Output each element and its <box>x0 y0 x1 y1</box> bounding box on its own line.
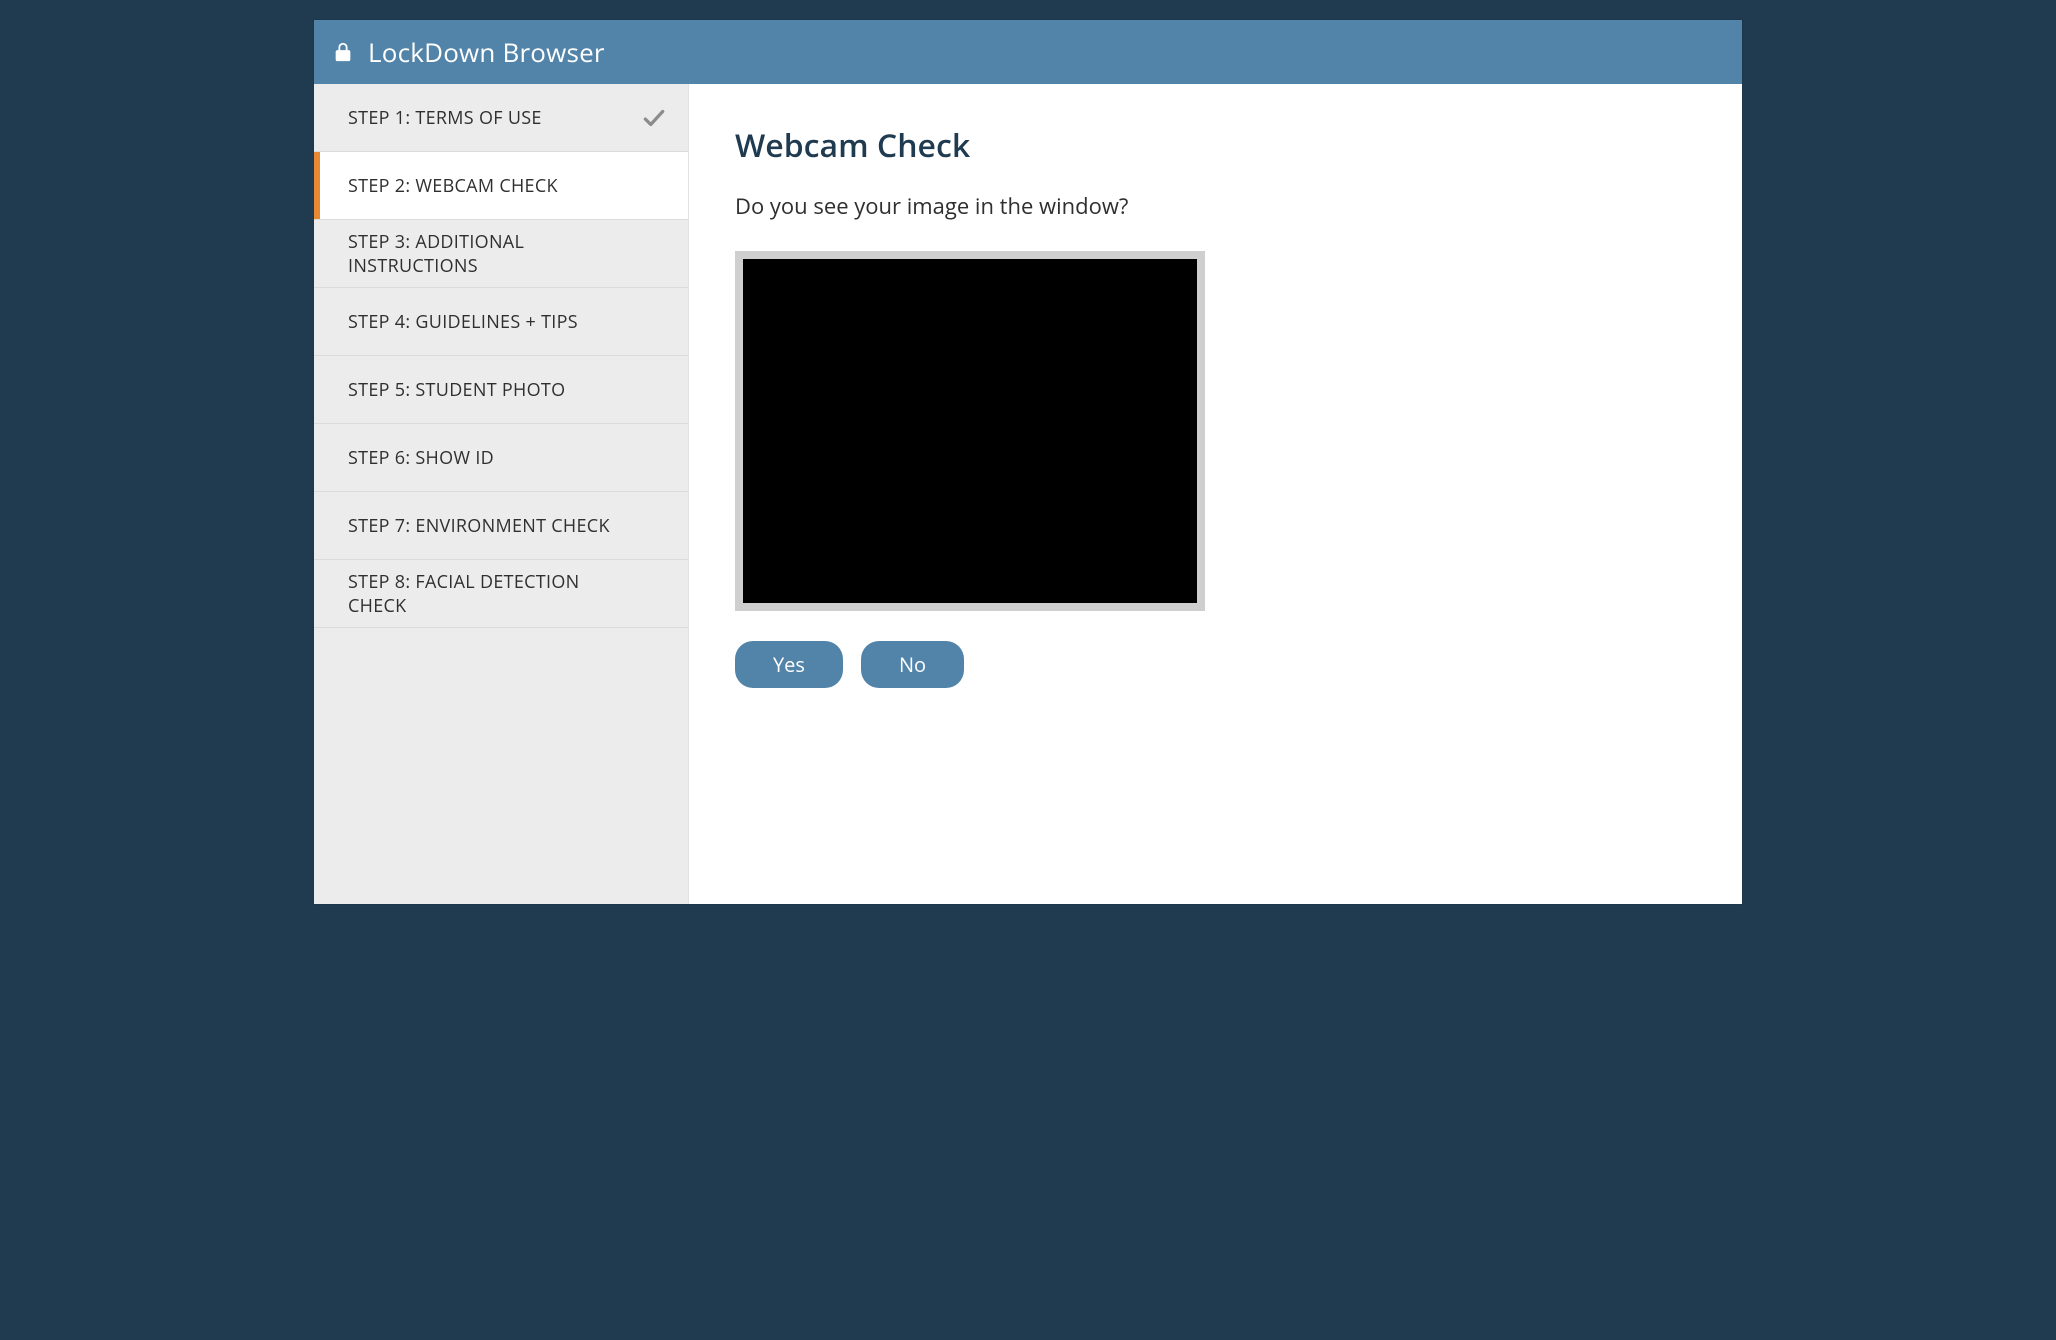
sidebar-step-label: STEP 2: WEBCAM CHECK <box>348 174 640 198</box>
yes-button[interactable]: Yes <box>735 641 843 688</box>
sidebar-step-label: STEP 6: SHOW ID <box>348 446 640 470</box>
sidebar-step-7[interactable]: STEP 7: ENVIRONMENT CHECK <box>314 492 688 560</box>
check-icon <box>640 580 668 608</box>
app-title: LockDown Browser <box>368 34 605 70</box>
webcam-preview <box>735 251 1205 611</box>
sidebar-step-label: STEP 7: ENVIRONMENT CHECK <box>348 514 640 538</box>
main-panel: Webcam Check Do you see your image in th… <box>689 84 1742 904</box>
sidebar-step-label: STEP 4: GUIDELINES + TIPS <box>348 310 640 334</box>
button-row: Yes No <box>735 641 1696 688</box>
check-icon <box>640 444 668 472</box>
sidebar-step-5[interactable]: STEP 5: STUDENT PHOTO <box>314 356 688 424</box>
sidebar-step-8[interactable]: STEP 8: FACIAL DETECTION CHECK <box>314 560 688 628</box>
sidebar-step-label: STEP 1: TERMS OF USE <box>348 106 640 130</box>
check-icon <box>640 376 668 404</box>
sidebar-step-label: STEP 3: ADDITIONAL INSTRUCTIONS <box>348 230 640 278</box>
check-icon <box>640 104 668 132</box>
check-icon <box>640 172 668 200</box>
no-button[interactable]: No <box>861 641 964 688</box>
sidebar: STEP 1: TERMS OF USE STEP 2: WEBCAM CHECK… <box>314 84 689 904</box>
lock-icon <box>332 41 354 63</box>
sidebar-step-label: STEP 5: STUDENT PHOTO <box>348 378 640 402</box>
sidebar-step-2[interactable]: STEP 2: WEBCAM CHECK <box>314 152 688 220</box>
sidebar-step-6[interactable]: STEP 6: SHOW ID <box>314 424 688 492</box>
sidebar-step-4[interactable]: STEP 4: GUIDELINES + TIPS <box>314 288 688 356</box>
sidebar-step-label: STEP 8: FACIAL DETECTION CHECK <box>348 570 640 618</box>
app-body: STEP 1: TERMS OF USE STEP 2: WEBCAM CHECK… <box>314 84 1742 904</box>
prompt-text: Do you see your image in the window? <box>735 191 1696 221</box>
check-icon <box>640 512 668 540</box>
check-icon <box>640 308 668 336</box>
check-icon <box>640 240 668 268</box>
sidebar-step-1[interactable]: STEP 1: TERMS OF USE <box>314 84 688 152</box>
page-heading: Webcam Check <box>735 124 1696 167</box>
sidebar-step-3[interactable]: STEP 3: ADDITIONAL INSTRUCTIONS <box>314 220 688 288</box>
titlebar: LockDown Browser <box>314 20 1742 84</box>
app-window: LockDown Browser STEP 1: TERMS OF USESTE… <box>314 20 1742 904</box>
